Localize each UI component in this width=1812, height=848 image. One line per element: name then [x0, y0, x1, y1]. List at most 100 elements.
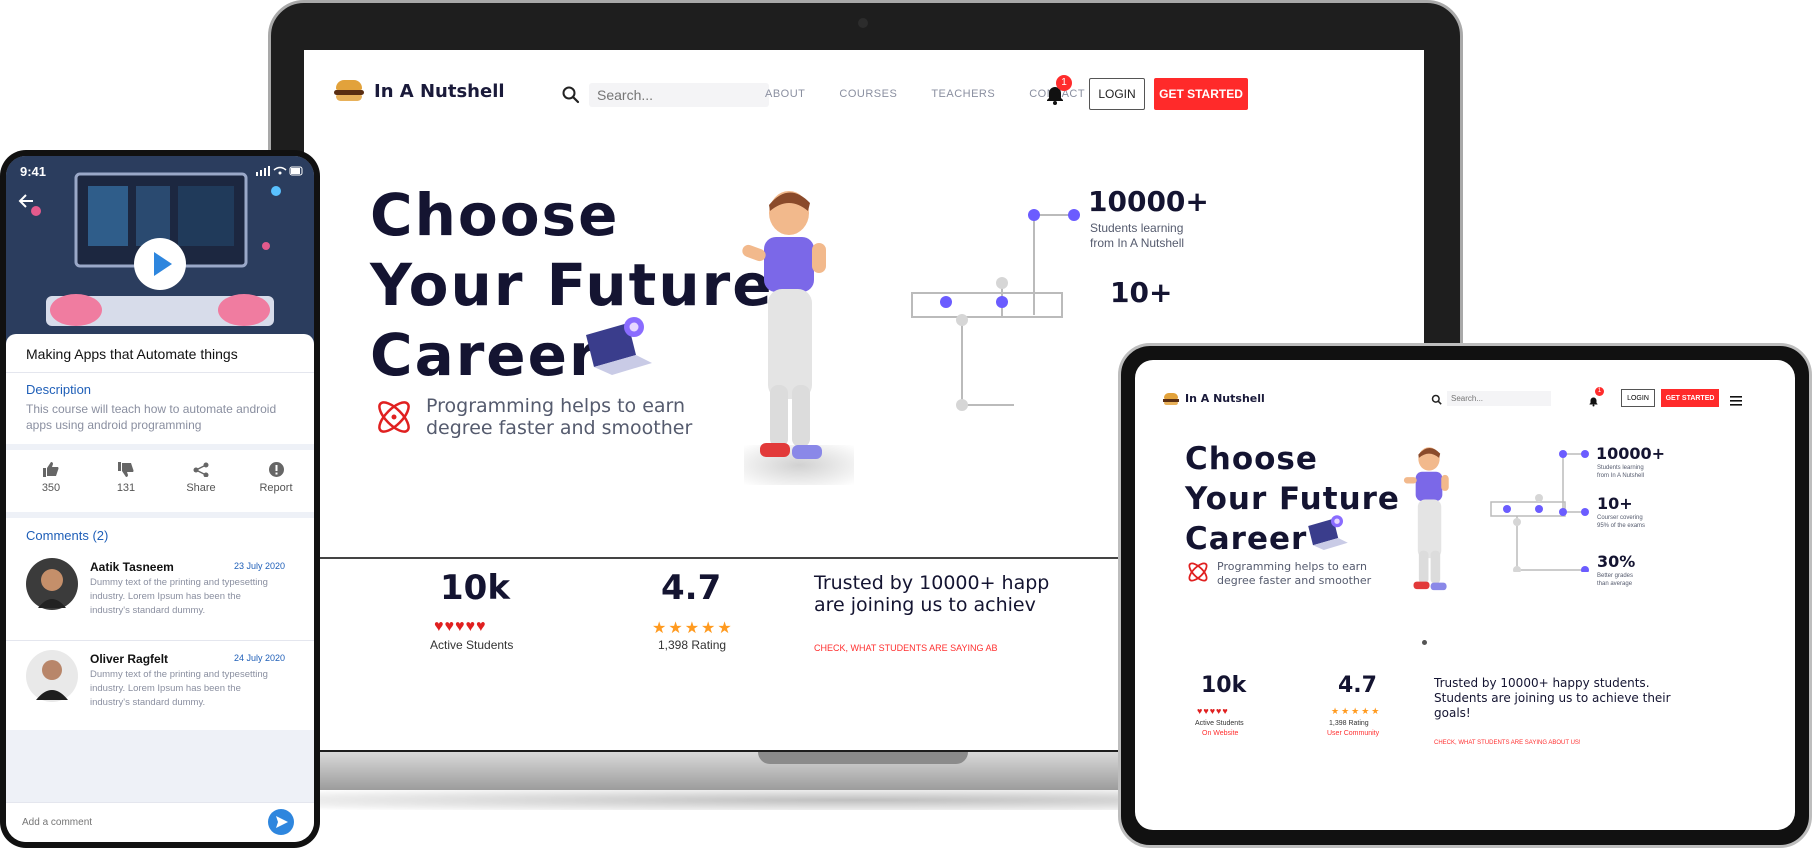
tagline-line: Programming helps to earn [1217, 560, 1367, 573]
trusted-line: are joining us to achiev [814, 594, 1036, 616]
laptop-illustration-icon [1308, 515, 1348, 550]
rating-sub: User Community [1327, 730, 1380, 737]
hero-tagline: Programming helps to earn degree faster … [426, 395, 692, 439]
nav-courses[interactable]: COURSES [839, 88, 897, 100]
trusted-line: Students are joining us to achieve their [1434, 691, 1671, 705]
stat-courses-line: Courser covering [1597, 515, 1643, 521]
share-label: Share [186, 482, 216, 494]
active-students-sub: On Website [1202, 730, 1239, 737]
rating-count-label: 1,398 Rating [658, 638, 727, 652]
comment-item: Aatik Tasneem 23 July 2020 Dummy text of… [6, 552, 314, 640]
burger-logo-icon [1163, 393, 1179, 405]
share-icon [193, 462, 209, 478]
course-video[interactable]: 9:41 [6, 156, 314, 346]
rating-value: 4.7 [661, 568, 722, 608]
comment-line: industry's standard dummy. [90, 697, 206, 708]
get-started-button[interactable]: GET STARTED [1154, 78, 1248, 110]
student-character-illustration [742, 191, 826, 459]
active-students-value: 10k [440, 568, 510, 608]
comment-item: Oliver Ragfelt 24 July 2020 Dummy text o… [6, 644, 314, 732]
hero-title: Choose Your Future Career [370, 180, 774, 390]
commenter-name: Oliver Ragfelt [90, 652, 169, 666]
notification-badge: 1 [1595, 387, 1604, 396]
thumbs-down-icon [118, 462, 134, 477]
stats-connector-graph [1490, 450, 1589, 572]
stat-students-line: Students learning [1090, 221, 1184, 235]
dislike-action[interactable]: 131 [101, 462, 151, 494]
like-action[interactable]: 350 [26, 462, 76, 494]
comment-line: Dummy text of the printing and typesetti… [90, 669, 268, 680]
laptop-camera [858, 18, 868, 28]
commenter-name: Aatik Tasneem [90, 560, 174, 574]
search-input[interactable] [1447, 391, 1551, 406]
play-button-icon[interactable] [134, 238, 186, 290]
comment-line: industry's standard dummy. [90, 605, 206, 616]
report-action[interactable]: Report [251, 462, 301, 494]
description-line: apps using android programming [26, 418, 202, 432]
nav-teachers[interactable]: TEACHERS [931, 88, 995, 100]
comment-composer [6, 802, 314, 842]
comments-heading: Comments (2) [26, 528, 109, 543]
atom-icon [378, 401, 410, 433]
brand-logo[interactable]: In A Nutshell [334, 80, 505, 102]
description-line: This course will teach how to automate a… [26, 402, 277, 416]
notification-bell-icon[interactable]: 1 [1044, 75, 1072, 106]
stat-courses-value: 10+ [1110, 276, 1173, 309]
carousel-dot[interactable] [1422, 640, 1427, 645]
send-icon[interactable] [268, 809, 294, 835]
share-action[interactable]: Share [176, 462, 226, 494]
report-icon [268, 462, 284, 477]
notification-badge: 1 [1056, 75, 1072, 91]
comment-line: Dummy text of the printing and typesetti… [90, 577, 268, 588]
hero-title: Choose Your Future Career [1185, 439, 1400, 559]
search-input[interactable] [589, 83, 769, 107]
nav-about[interactable]: ABOUT [765, 88, 805, 100]
stat-grades-line: Better grades [1597, 573, 1634, 579]
brand-name[interactable]: In A Nutshell [1185, 392, 1265, 405]
course-info-card: Making Apps that Automate things Descrip… [6, 334, 314, 444]
hero-line: Choose [1185, 441, 1318, 477]
hearts-rating-icon: ♥♥♥♥♥ [1197, 706, 1229, 716]
stat-students-line: Students learning [1597, 465, 1644, 471]
stars-rating-icon: ★★★★★ [1331, 706, 1382, 716]
hero-line: Career [1185, 521, 1308, 557]
stat-grades-value: 30% [1597, 552, 1636, 571]
active-students-label: Active Students [1195, 720, 1244, 727]
avatar [26, 650, 78, 702]
comment-input[interactable] [22, 811, 252, 833]
hearts-rating-icon: ♥♥♥♥♥ [434, 618, 487, 635]
search-icon[interactable] [561, 85, 581, 105]
atom-icon [1188, 562, 1208, 582]
hamburger-menu-icon[interactable] [1730, 393, 1742, 411]
tagline-line: degree faster and smoother [426, 417, 693, 439]
tablet-device: In A Nutshell 1 LOGIN GET STARTED Choose… [1118, 343, 1812, 848]
trusted-line: goals! [1434, 706, 1471, 720]
course-title: Making Apps that Automate things [26, 346, 238, 362]
stat-students-value: 10000+ [1088, 185, 1209, 218]
dislikes-count: 131 [116, 482, 136, 494]
likes-count: 350 [41, 482, 61, 494]
hero-tagline: Programming helps to earn degree faster … [1217, 560, 1371, 588]
get-started-button[interactable]: GET STARTED [1661, 389, 1719, 407]
rating-count-label: 1,398 Rating [1329, 720, 1369, 727]
login-button[interactable]: LOGIN [1621, 389, 1655, 407]
comment-date: 23 July 2020 [234, 561, 286, 571]
stat-courses-value: 10+ [1597, 494, 1633, 513]
brand-name: In A Nutshell [374, 80, 505, 102]
stat-students-value: 10000+ [1596, 444, 1666, 463]
stat-grades-line: than average [1597, 581, 1633, 587]
comments-section: Comments (2) Aatik Tasneem 23 July 2020 … [6, 518, 314, 730]
active-students-label: Active Students [430, 638, 514, 652]
testimonials-link[interactable]: CHECK, WHAT STUDENTS ARE SAYING AB [814, 643, 998, 653]
testimonials-link[interactable]: CHECK, WHAT STUDENTS ARE SAYING ABOUT US… [1434, 740, 1581, 746]
title-divider [6, 372, 314, 373]
trusted-line: Trusted by 10000+ happ [814, 572, 1050, 594]
hero-line: Your Future [370, 251, 774, 319]
device-mockup-scene: In A Nutshell ABOUT COURSES TEACHERS CON… [0, 0, 1812, 848]
back-arrow-icon[interactable] [18, 194, 34, 208]
notification-bell-icon[interactable] [1588, 394, 1599, 412]
login-button[interactable]: LOGIN [1089, 78, 1145, 110]
status-icons [256, 166, 303, 176]
search-icon[interactable] [1431, 393, 1443, 411]
report-label: Report [259, 482, 293, 494]
